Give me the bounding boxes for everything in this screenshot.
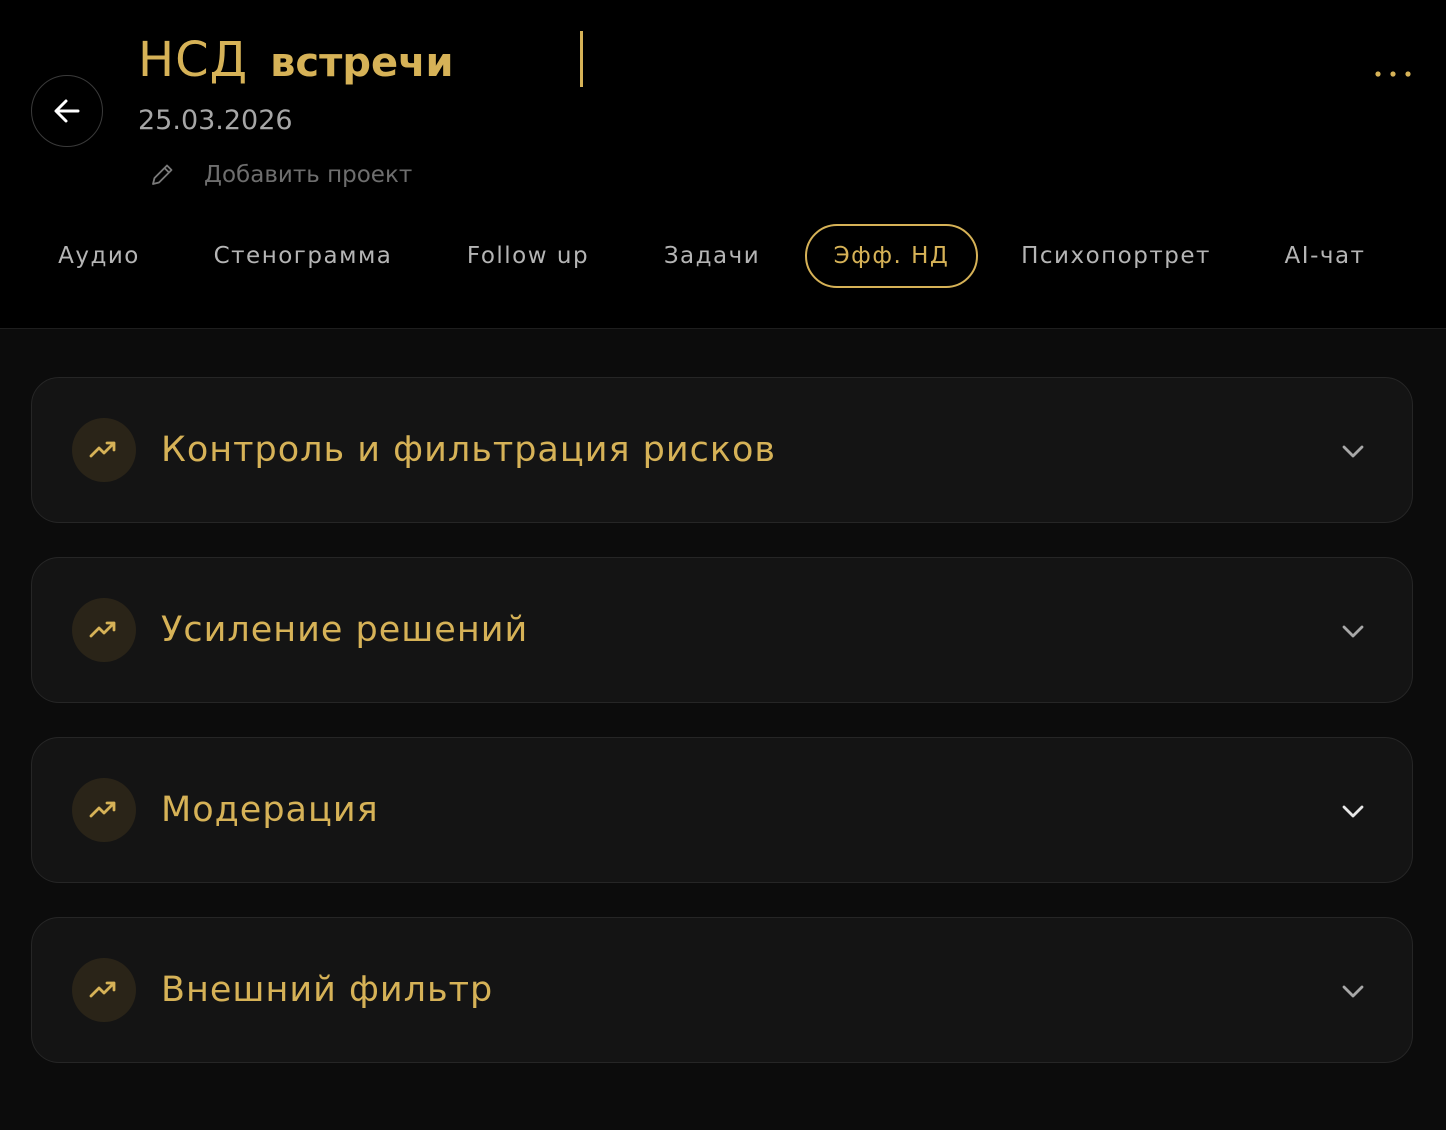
meeting-date: 25.03.2026 [138,105,293,136]
tab-bar: Аудио Стенограмма Follow up Задачи Эфф. … [0,224,1446,288]
tab-tasks[interactable]: Задачи [646,224,778,288]
trending-up-icon [72,778,136,842]
back-button[interactable] [31,75,103,147]
tab-audio[interactable]: Аудио [40,224,158,288]
tab-transcript[interactable]: Стенограмма [196,224,410,288]
section-title: Контроль и фильтрация рисков [161,430,777,470]
chevron-down-icon[interactable] [1338,976,1368,1006]
section-title: Внешний фильтр [161,970,494,1010]
section-risk-control[interactable]: Контроль и фильтрация рисков [31,377,1413,523]
arrow-left-icon [54,99,80,123]
section-title: Усиление решений [161,610,529,650]
more-options-button[interactable] [1368,60,1418,88]
tab-efficiency[interactable]: Эфф. НД [805,224,978,288]
chevron-down-icon[interactable] [1338,436,1368,466]
meeting-title[interactable]: НСД встречи [138,30,454,94]
section-title: Модерация [161,790,379,830]
tab-psychoportrait[interactable]: Психопортрет [1006,224,1226,288]
section-decision-enhancement[interactable]: Усиление решений [31,557,1413,703]
trending-up-icon [72,958,136,1022]
pencil-icon [152,164,173,185]
chevron-down-icon[interactable] [1338,616,1368,646]
section-external-filter[interactable]: Внешний фильтр [31,917,1413,1063]
chevron-down-icon[interactable] [1338,796,1368,826]
more-horizontal-icon [1375,71,1411,77]
add-project-button[interactable]: Добавить проект [148,160,412,190]
tab-ai-chat[interactable]: AI-чат [1264,224,1386,288]
trending-up-icon [72,598,136,662]
section-moderation[interactable]: Модерация [31,737,1413,883]
page-header: НСД встречи 25.03.2026 Добавить проект А… [0,0,1446,329]
meeting-title-suffix: встречи [270,40,454,86]
tab-follow-up[interactable]: Follow up [448,224,608,288]
trending-up-icon [72,418,136,482]
text-cursor [580,31,583,87]
add-project-label: Добавить проект [204,162,413,188]
meeting-title-main: НСД [138,32,249,88]
